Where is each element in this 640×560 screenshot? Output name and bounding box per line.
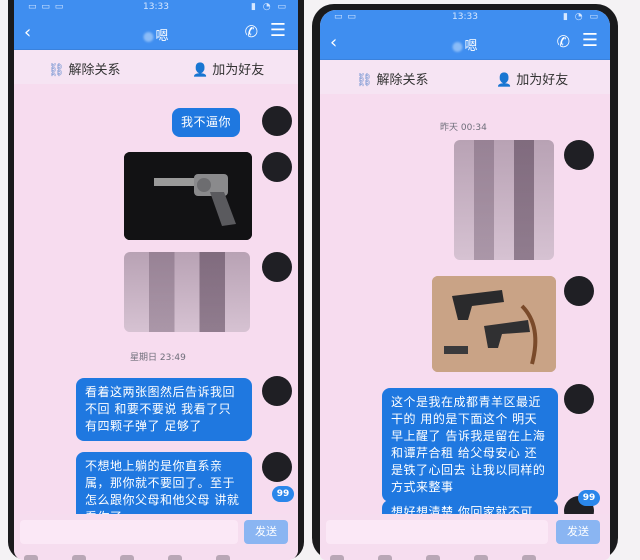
chat-title: 嗯 xyxy=(452,35,478,54)
phone-icon[interactable]: ✆ xyxy=(245,22,258,41)
menu-icon[interactable]: ☰ xyxy=(582,30,598,51)
chat-header: ‹ 嗯 ✆ ☰ xyxy=(14,16,298,50)
message-bubble: 这个是我在成都青羊区最近干的 用的是下面这个 明天早上醒了 告诉我是留在上海和谭… xyxy=(382,388,558,502)
status-icons: ▮ ◔ ▭ xyxy=(562,12,600,22)
chat-header: ‹ 嗯 ✆ ☰ xyxy=(320,26,610,60)
person-icon: 👤 xyxy=(496,73,513,88)
unread-badge[interactable]: 99 xyxy=(272,486,294,502)
status-time: 13:33 xyxy=(452,12,478,22)
avatar xyxy=(262,452,292,482)
message-bubble: 看着这两张图然后告诉我回不回 和要不要说 我看了只有四颗子弹了 足够了 xyxy=(76,378,252,441)
avatar xyxy=(262,106,292,136)
relationship-bar: ⛓ 解除关系 👤 加为好友 xyxy=(320,60,610,94)
status-bar: ▭ ▭ ▭ 13:33 ▮ ◔ ▭ xyxy=(14,0,298,16)
relationship-bar: ⛓ 解除关系 👤 加为好友 xyxy=(14,50,298,84)
input-bar: 发送 xyxy=(14,514,298,560)
timestamp: 星期日 23:49 xyxy=(130,353,186,363)
left-phone-screenshot: ▭ ▭ ▭ 13:33 ▮ ◔ ▭ ‹ 嗯 ✆ ☰ ⛓ 解除关系 👤 加为好友 我不… xyxy=(8,0,304,560)
status-time: 13:33 xyxy=(143,2,169,12)
pixelated-photo[interactable] xyxy=(124,252,250,332)
avatar xyxy=(564,140,594,170)
chat-title-text: 嗯 xyxy=(155,29,169,44)
input-bar: 发送 xyxy=(320,514,610,560)
timestamp: 昨天 00:34 xyxy=(440,123,487,133)
add-friend-label: 加为好友 xyxy=(516,73,569,88)
avatar-blur xyxy=(143,31,154,42)
phone-icon[interactable]: ✆ xyxy=(557,32,570,51)
chat-title-text: 嗯 xyxy=(464,39,478,54)
message-input[interactable] xyxy=(20,520,238,544)
message-input[interactable] xyxy=(326,520,548,544)
unlink-label: 解除关系 xyxy=(68,63,121,78)
status-bar: ▭ ▭ 13:33 ▮ ◔ ▭ xyxy=(320,10,610,26)
chat-title: 嗯 xyxy=(143,25,169,44)
link-icon: ⛓ xyxy=(48,63,65,78)
add-friend-button[interactable]: 👤 加为好友 xyxy=(496,69,568,88)
toolbar-icons xyxy=(330,548,600,560)
add-friend-label: 加为好友 xyxy=(212,63,265,78)
avatar xyxy=(262,152,292,182)
status-left-icons: ▭ ▭ xyxy=(334,12,357,22)
avatar xyxy=(564,276,594,306)
pistol-image xyxy=(432,276,556,372)
avatar xyxy=(262,376,292,406)
right-phone-screenshot: ▭ ▭ 13:33 ▮ ◔ ▭ ‹ 嗯 ✆ ☰ ⛓ 解除关系 👤 加为好友 昨天 0… xyxy=(312,4,618,560)
avatar-blur xyxy=(452,41,463,52)
back-icon[interactable]: ‹ xyxy=(330,32,337,53)
unlink-button[interactable]: ⛓ 解除关系 xyxy=(48,59,121,78)
send-button[interactable]: 发送 xyxy=(244,520,288,544)
unlink-button[interactable]: ⛓ 解除关系 xyxy=(356,69,429,88)
status-icons: ▮ ◔ ▭ xyxy=(250,2,288,12)
revolver-image xyxy=(124,152,252,240)
send-button[interactable]: 发送 xyxy=(556,520,600,544)
add-friend-button[interactable]: 👤 加为好友 xyxy=(192,59,264,78)
unread-badge[interactable]: 99 xyxy=(578,490,600,506)
link-icon: ⛓ xyxy=(356,73,373,88)
message-bubble: 我不逼你 xyxy=(172,108,241,137)
pixelated-photo[interactable] xyxy=(454,140,554,260)
right-chat-screen: ▭ ▭ 13:33 ▮ ◔ ▭ ‹ 嗯 ✆ ☰ ⛓ 解除关系 👤 加为好友 昨天 0… xyxy=(320,10,610,560)
person-icon: 👤 xyxy=(192,63,209,78)
left-chat-screen: ▭ ▭ ▭ 13:33 ▮ ◔ ▭ ‹ 嗯 ✆ ☰ ⛓ 解除关系 👤 加为好友 我不… xyxy=(14,0,298,560)
menu-icon[interactable]: ☰ xyxy=(270,20,286,41)
guns-photo[interactable] xyxy=(432,276,556,372)
toolbar-icons xyxy=(24,548,288,560)
avatar xyxy=(564,384,594,414)
gun-photo[interactable] xyxy=(124,152,252,240)
back-icon[interactable]: ‹ xyxy=(24,22,31,43)
unlink-label: 解除关系 xyxy=(376,73,429,88)
status-left-icons: ▭ ▭ ▭ xyxy=(28,2,65,12)
avatar xyxy=(262,252,292,282)
